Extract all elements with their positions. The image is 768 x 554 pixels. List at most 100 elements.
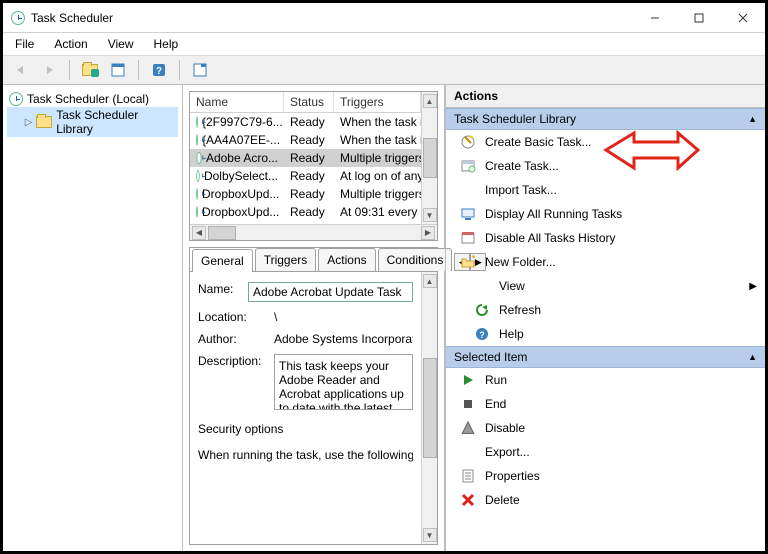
action-label: Run	[485, 373, 507, 387]
task-name: DolbySelect...	[204, 169, 278, 183]
tab-general[interactable]: General	[192, 249, 253, 272]
task-row[interactable]: DropboxUpd... Ready At 09:31 every da	[190, 203, 421, 221]
toolbar-pane-button[interactable]	[188, 59, 212, 81]
action-label: Display All Running Tasks	[485, 207, 622, 221]
action-end[interactable]: End	[446, 392, 765, 416]
action-help1[interactable]: ?Help	[446, 322, 765, 346]
action-label: New Folder...	[485, 255, 556, 269]
tab-triggers[interactable]: Triggers	[255, 248, 317, 271]
task-trigger: Multiple triggers	[334, 150, 421, 166]
action-new-folder[interactable]: * New Folder...	[446, 250, 765, 274]
tree-pane: Task Scheduler (Local) ▷ Task Scheduler …	[3, 85, 183, 551]
scroll-down-icon[interactable]: ▼	[423, 208, 437, 222]
folder-icon	[36, 116, 52, 128]
action-export[interactable]: Export...	[446, 440, 765, 464]
menu-file[interactable]: File	[7, 35, 42, 53]
window-title: Task Scheduler	[31, 11, 113, 25]
task-name: Adobe Acro...	[206, 151, 278, 165]
task-name: DropboxUpd...	[202, 205, 279, 219]
close-button[interactable]	[721, 3, 765, 32]
action-view[interactable]: View▶	[446, 274, 765, 298]
collapse-icon: ▲	[748, 352, 757, 362]
clock-icon	[196, 152, 201, 164]
details-vertical-scrollbar[interactable]: ▲ ▼	[421, 272, 437, 544]
action-label: Disable	[485, 421, 525, 435]
tab-conditions[interactable]: Conditions	[378, 248, 453, 271]
actions-section-library-label: Task Scheduler Library	[454, 112, 576, 126]
list-vertical-scrollbar[interactable]: ▲ ▼	[421, 92, 437, 224]
location-value: \	[274, 310, 413, 324]
tree-root-label: Task Scheduler (Local)	[27, 92, 149, 106]
app-icon	[11, 11, 25, 25]
scroll-left-icon[interactable]: ◀	[192, 226, 206, 240]
action-import-task[interactable]: Import Task...	[446, 178, 765, 202]
action-disable-history[interactable]: Disable All Tasks History	[446, 226, 765, 250]
task-row[interactable]: {AA4A07EE-... Ready When the task is	[190, 131, 421, 149]
menubar: File Action View Help	[3, 33, 765, 55]
list-horizontal-scrollbar[interactable]: ◀ ▶	[190, 224, 437, 240]
disable-icon	[460, 420, 476, 436]
col-name[interactable]: Name	[190, 92, 284, 112]
toolbar-folder-button[interactable]	[78, 59, 102, 81]
action-refresh[interactable]: Refresh	[446, 298, 765, 322]
task-row[interactable]: Adobe Acro... Ready Multiple triggers	[190, 149, 421, 167]
props-icon	[460, 468, 476, 484]
blank-icon	[460, 182, 476, 198]
toolbar-properties-button[interactable]	[106, 59, 130, 81]
tab-actions[interactable]: Actions	[318, 248, 375, 271]
scroll-up-icon[interactable]: ▲	[423, 274, 437, 288]
scroll-right-icon[interactable]: ▶	[421, 226, 435, 240]
actions-section-selected-label: Selected Item	[454, 350, 527, 364]
action-run[interactable]: Run	[446, 368, 765, 392]
blank-icon	[460, 444, 476, 460]
task-status: Ready	[284, 186, 334, 202]
action-create-task[interactable]: Create Task...	[446, 154, 765, 178]
task-row[interactable]: {2F997C79-6... Ready When the task is	[190, 113, 421, 131]
nav-forward-button	[37, 59, 61, 81]
description-field[interactable]	[274, 354, 413, 410]
maximize-button[interactable]	[677, 3, 721, 32]
task-row[interactable]: DropboxUpd... Ready Multiple triggers	[190, 185, 421, 203]
name-field[interactable]	[248, 282, 413, 302]
task-status: Ready	[284, 114, 334, 130]
toolbar-help-button[interactable]: ?	[147, 59, 171, 81]
action-properties[interactable]: Properties	[446, 464, 765, 488]
action-label: Import Task...	[485, 183, 557, 197]
svg-text:?: ?	[479, 330, 485, 340]
task-list: Name Status Triggers {2F997C79-6... Read…	[189, 91, 438, 241]
actions-section-library[interactable]: Task Scheduler Library ▲	[446, 108, 765, 130]
menu-help[interactable]: Help	[146, 35, 187, 53]
action-label: Refresh	[499, 303, 541, 317]
actions-section-selected[interactable]: Selected Item ▲	[446, 346, 765, 368]
tree-library[interactable]: ▷ Task Scheduler Library	[7, 107, 178, 137]
scroll-thumb[interactable]	[423, 138, 437, 178]
action-label: Create Basic Task...	[485, 135, 592, 149]
action-label: Export...	[485, 445, 530, 459]
action-delete[interactable]: Delete	[446, 488, 765, 512]
scroll-up-icon[interactable]: ▲	[423, 94, 437, 108]
expand-icon[interactable]: ▷	[25, 117, 33, 128]
security-options-text: When running the task, use the following…	[198, 448, 413, 462]
details-pane: General Triggers Actions Conditions ◀ ▶ …	[189, 247, 438, 545]
action-display-running[interactable]: Display All Running Tasks	[446, 202, 765, 226]
scroll-thumb-h[interactable]	[208, 226, 236, 240]
minimize-button[interactable]	[633, 3, 677, 32]
action-create-basic-task[interactable]: Create Basic Task...	[446, 130, 765, 154]
action-disable[interactable]: Disable	[446, 416, 765, 440]
location-label: Location:	[198, 310, 268, 324]
actions-pane-title: Actions	[446, 85, 765, 108]
folder-icon: *	[460, 254, 476, 270]
tree-root[interactable]: Task Scheduler (Local)	[7, 91, 178, 107]
scroll-down-icon[interactable]: ▼	[423, 528, 437, 542]
task-row[interactable]: DolbySelect... Ready At log on of any	[190, 167, 421, 185]
col-triggers[interactable]: Triggers	[334, 92, 421, 112]
task-status: Ready	[284, 132, 334, 148]
task-name: {AA4A07EE-...	[202, 133, 280, 147]
delete-icon	[460, 492, 476, 508]
help-icon: ?	[474, 326, 490, 342]
menu-action[interactable]: Action	[46, 35, 95, 53]
col-status[interactable]: Status	[284, 92, 334, 112]
action-label: Disable All Tasks History	[485, 231, 616, 245]
menu-view[interactable]: View	[100, 35, 142, 53]
scroll-thumb[interactable]	[423, 358, 437, 458]
